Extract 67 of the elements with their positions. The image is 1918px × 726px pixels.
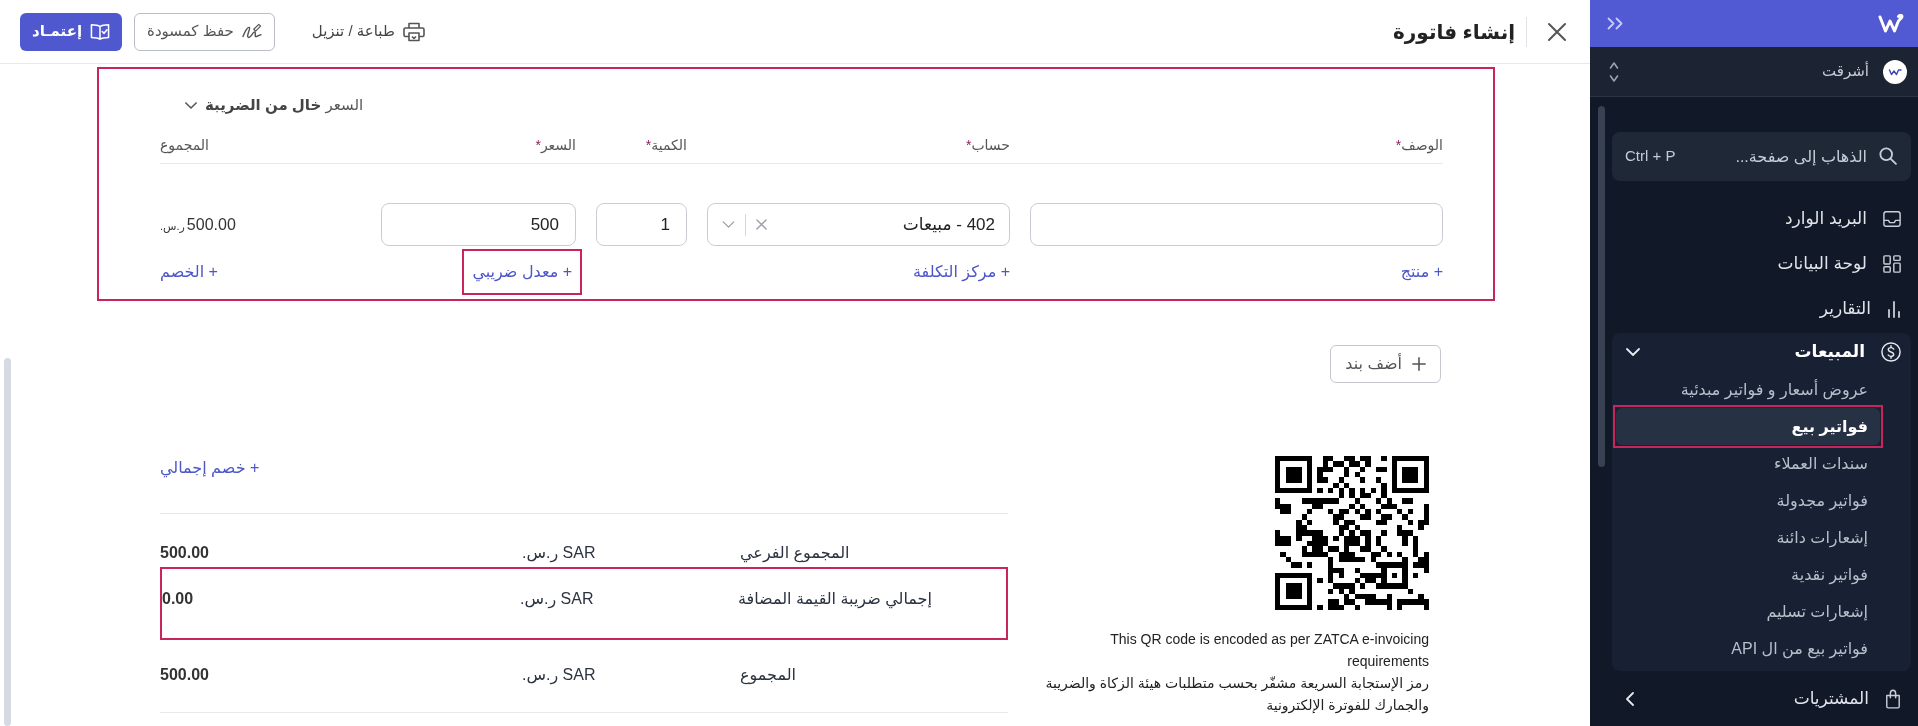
- inbox-tray-icon: [1883, 209, 1901, 228]
- chevron-down-icon: [722, 221, 735, 228]
- nav-subitem[interactable]: إشعارات تسليم: [1617, 593, 1880, 630]
- add-cost-center-link[interactable]: + مركز التكلفة: [912, 263, 1010, 280]
- qr-caption: رمز الإستجابة السريعة مشفّر بحسب متطلبات هيئة الزكاة والضريبة والجمارك للفوترة الإلكترونية: [1044, 674, 1429, 716]
- nav-item[interactable]: التقارير: [1612, 286, 1911, 331]
- plus-icon: [1412, 357, 1426, 371]
- currency-label: SAR ر.س.: [522, 665, 597, 686]
- page-title: إنشاء فاتورة: [1393, 19, 1515, 44]
- column-header: السعر*: [534, 136, 576, 155]
- close-button[interactable]: [1547, 21, 1567, 42]
- nav-subitem[interactable]: فواتير بيع: [1616, 408, 1880, 445]
- shopping-bag-icon: [1885, 688, 1901, 709]
- nav-subitem[interactable]: عروض أسعار و فواتير مبدئية: [1617, 371, 1880, 408]
- total-label: إجمالي ضريبة القيمة المضافة: [738, 589, 933, 610]
- column-header: المجموع: [160, 136, 210, 155]
- print-download-link[interactable]: طباعة / تنزيل: [311, 20, 425, 43]
- organization-switcher[interactable]: أشرقت: [1590, 47, 1918, 97]
- dollar-circle-icon: [1881, 342, 1901, 362]
- nav-subitem[interactable]: فواتير نقدية: [1617, 556, 1880, 593]
- overall-discount-link[interactable]: + خصم إجمالي: [160, 457, 260, 479]
- nav-subitem[interactable]: فواتير بيع من ال API: [1617, 630, 1880, 667]
- close-icon: [1547, 21, 1567, 42]
- chevron-up-down-icon: [1609, 60, 1619, 83]
- dashboard-grid-icon: [1883, 254, 1901, 273]
- scrollbar[interactable]: [1598, 106, 1605, 467]
- chevron-down-icon: [185, 101, 197, 109]
- nav-item[interactable]: لوحة البيانات: [1612, 241, 1911, 286]
- column-header: الوصف*: [1394, 136, 1443, 155]
- book-check-icon: [90, 22, 111, 41]
- currency-label: SAR ر.س.: [522, 543, 597, 564]
- search-icon: [1879, 147, 1897, 165]
- printer-icon: [402, 21, 425, 42]
- nav-group-header[interactable]: المبيعات: [1612, 333, 1911, 371]
- double-chevron-icon[interactable]: [1607, 17, 1624, 30]
- account-select[interactable]: 402 - مبيعات: [707, 203, 1010, 246]
- description-input[interactable]: [1030, 203, 1443, 246]
- signature-icon: [241, 22, 262, 41]
- price-mode-dropdown[interactable]: السعر خال من الضريبة: [185, 93, 364, 117]
- add-line-button[interactable]: أضف بند: [1330, 345, 1441, 383]
- nav-item[interactable]: البريد الوارد: [1612, 196, 1911, 241]
- total-amount: 500.00: [160, 543, 210, 563]
- organization-avatar-icon: [1883, 59, 1907, 84]
- save-draft-button[interactable]: حفظ كمسودة: [134, 12, 275, 51]
- total-amount: 0.00: [162, 589, 195, 609]
- add-tax-rate-link[interactable]: + معدل ضريبي: [472, 263, 572, 280]
- nav-subitem[interactable]: سندات العملاء: [1617, 445, 1880, 482]
- approve-button[interactable]: إعتمـاد: [20, 12, 123, 51]
- column-header: حساب*: [964, 136, 1010, 155]
- nav-subitem[interactable]: إشعارات دائنة: [1617, 519, 1880, 556]
- add-discount-link[interactable]: + الخصم: [160, 263, 218, 280]
- nav-group-header[interactable]: المشتريات: [1612, 676, 1911, 721]
- add-product-link[interactable]: + منتج: [1400, 263, 1443, 280]
- quantity-input[interactable]: 1: [596, 203, 687, 246]
- bar-chart-icon: [1887, 299, 1901, 318]
- nav-subitem[interactable]: فواتير مجدولة: [1617, 482, 1880, 519]
- column-header: الكمية*: [644, 136, 687, 155]
- logo-icon[interactable]: [1878, 13, 1904, 34]
- total-label: المجموع: [740, 665, 797, 686]
- scrollbar[interactable]: [4, 358, 11, 726]
- qr-caption: This QR code is encoded as per ZATCA e-invoicing requirements: [1109, 630, 1429, 671]
- clear-icon[interactable]: [756, 219, 767, 230]
- shortcut-hint: Ctrl + P: [1625, 146, 1676, 166]
- total-amount: 500.00: [160, 665, 210, 685]
- total-label: المجموع الفرعي: [740, 543, 851, 564]
- currency-label: SAR ر.س.: [520, 589, 595, 610]
- price-input[interactable]: 500: [381, 203, 576, 246]
